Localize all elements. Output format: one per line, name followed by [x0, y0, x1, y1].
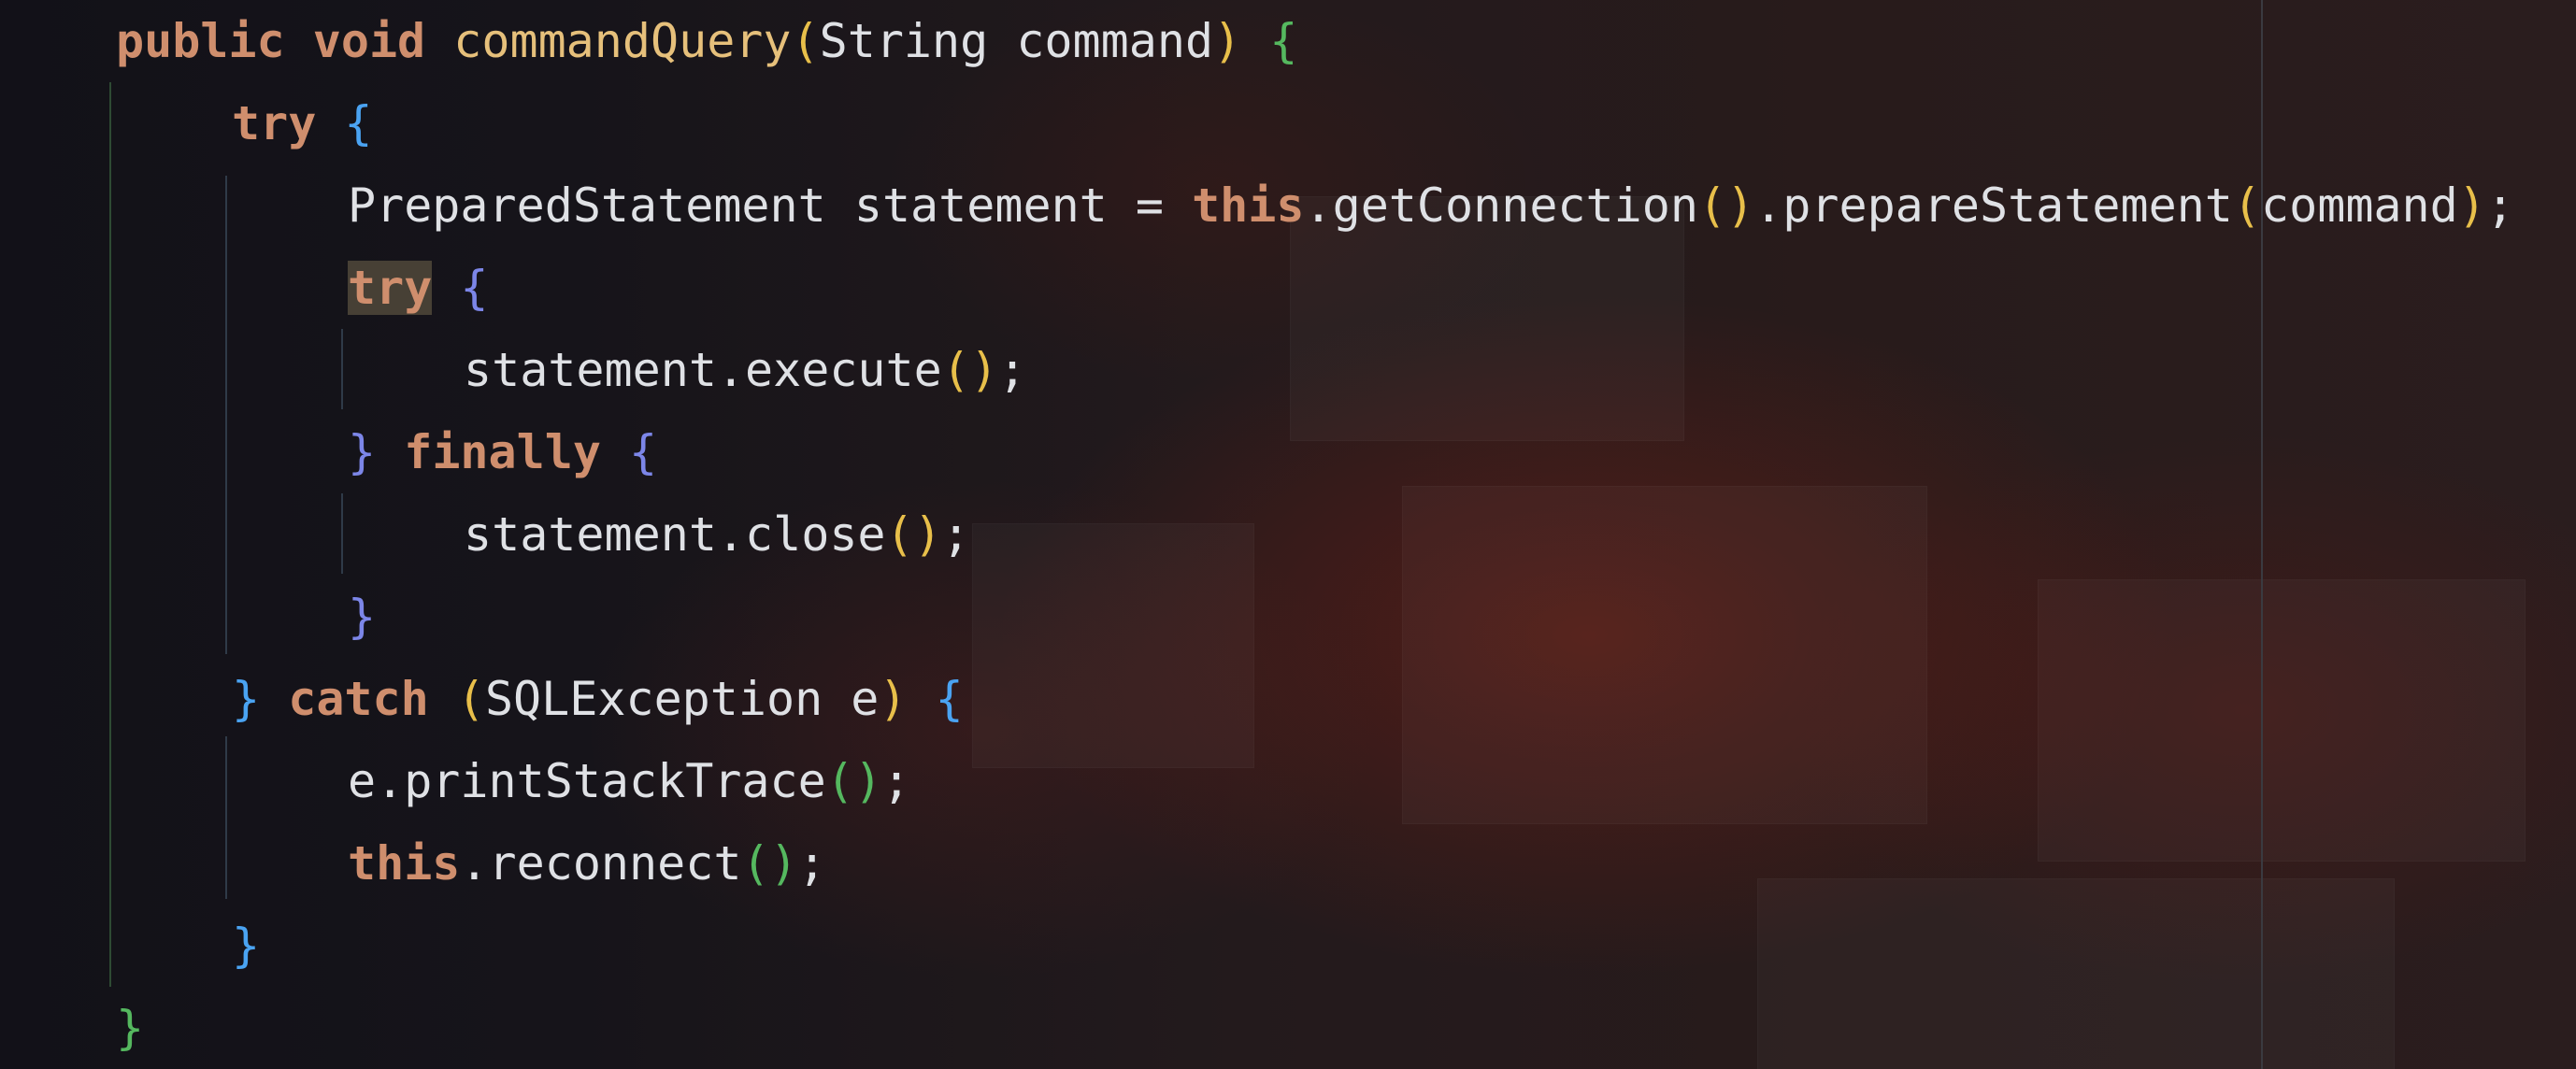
code-token: { — [344, 96, 373, 150]
code-token: statement.close — [464, 507, 886, 562]
code-line-2[interactable]: try { — [232, 82, 373, 164]
code-token: this — [348, 836, 461, 891]
indent-guide — [225, 176, 227, 654]
code-line-5[interactable]: statement.execute(); — [464, 329, 1026, 411]
background-building — [972, 523, 1254, 768]
right-margin-guide — [2261, 0, 2263, 1069]
code-line-6[interactable]: } finally { — [348, 411, 657, 493]
code-token: () — [1697, 178, 1755, 233]
code-line-9[interactable]: } catch (SQLException e) { — [232, 658, 964, 740]
code-token: ) — [1213, 14, 1242, 68]
code-token: ; — [997, 343, 1027, 397]
code-token: ) — [879, 672, 908, 726]
code-token: .reconnect — [460, 836, 742, 891]
code-token: public — [116, 14, 285, 68]
code-token: try — [232, 96, 317, 150]
code-token: } — [348, 425, 377, 479]
code-token: command — [2261, 178, 2458, 233]
code-editor[interactable]: public void commandQuery(String command)… — [0, 0, 2576, 1069]
code-line-11[interactable]: this.reconnect(); — [348, 822, 826, 905]
code-token: ; — [2485, 178, 2514, 233]
code-token: () — [941, 343, 998, 397]
code-token: PreparedStatement statement = — [348, 178, 1193, 233]
code-token: e.printStackTrace — [348, 754, 826, 808]
code-token: finally — [404, 425, 601, 479]
code-token: SQLException e — [484, 672, 880, 726]
code-token: } — [232, 672, 261, 726]
code-token: () — [885, 507, 942, 562]
code-token: ; — [941, 507, 970, 562]
code-token: ; — [881, 754, 911, 808]
code-token: try — [348, 261, 433, 315]
indent-guide — [109, 82, 111, 987]
background-building — [2038, 579, 2526, 862]
code-token: { — [629, 425, 658, 479]
code-token: } — [348, 590, 377, 644]
code-token: { — [460, 261, 489, 315]
code-line-3[interactable]: PreparedStatement statement = this.getCo… — [348, 164, 2514, 247]
code-token: } — [232, 919, 261, 973]
code-token: ; — [797, 836, 826, 891]
indent-guide — [341, 493, 343, 574]
code-token: .getConnection — [1304, 178, 1698, 233]
code-token: { — [1269, 14, 1298, 68]
code-token: void — [312, 14, 426, 68]
indent-guide — [341, 329, 343, 409]
indent-guide — [225, 736, 227, 899]
code-line-7[interactable]: statement.close(); — [464, 493, 970, 576]
background-building — [1757, 878, 2395, 1069]
code-line-12[interactable]: } — [232, 905, 260, 987]
code-token: catch — [288, 672, 429, 726]
code-token: () — [825, 754, 882, 808]
code-token: () — [741, 836, 798, 891]
code-token: commandQuery — [453, 14, 792, 68]
code-token: String command — [819, 14, 1214, 68]
code-token: ( — [456, 672, 485, 726]
code-token: } — [116, 1001, 145, 1055]
code-token: statement.execute — [464, 343, 942, 397]
code-token: ) — [2457, 178, 2486, 233]
code-token: ( — [2232, 178, 2262, 233]
code-token: this — [1192, 178, 1305, 233]
code-token: .prepareStatement — [1754, 178, 2233, 233]
code-line-10[interactable]: e.printStackTrace(); — [348, 740, 910, 822]
code-line-8[interactable]: } — [348, 576, 376, 658]
code-line-13[interactable]: } — [116, 987, 144, 1069]
code-line-4[interactable]: try { — [348, 247, 489, 329]
code-token: { — [935, 672, 964, 726]
code-line-1[interactable]: public void commandQuery(String command)… — [116, 0, 1297, 82]
background-building — [1402, 486, 1927, 824]
code-token: ( — [791, 14, 820, 68]
